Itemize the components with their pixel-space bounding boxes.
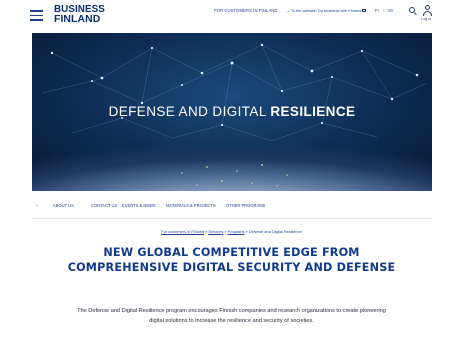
subnav-item-materials-projects[interactable]: MATERIALS & PROJECTS	[166, 203, 216, 208]
login-label[interactable]: Log in	[421, 17, 431, 21]
language-sv-link[interactable]: SV	[388, 8, 394, 13]
search-icon[interactable]	[409, 7, 415, 13]
business-finland-logo[interactable]: BUSINESS FINLAND	[54, 5, 105, 25]
subnav-back-arrow[interactable]: ←	[35, 202, 40, 208]
breadcrumb-item-programs[interactable]: Programs	[228, 229, 245, 234]
hero-title-strong: RESILIENCE	[270, 104, 356, 119]
external-link-label: → To the website: Do business with Finla…	[286, 8, 362, 13]
language-separator: |	[383, 7, 385, 13]
external-link-icon	[362, 8, 366, 13]
subnav-item-other-programs[interactable]: OTHER PROGRAMS	[226, 203, 265, 208]
user-icon[interactable]	[422, 5, 432, 16]
page: BUSINESS FINLAND FOR CUSTOMERS IN FINLAN…	[24, 0, 439, 343]
breadcrumb: For customers in Finland » Services » Pr…	[24, 229, 439, 234]
subnav-divider	[32, 218, 432, 219]
breadcrumb-item-current: Defense and Digital Resilience	[248, 229, 302, 234]
hero-title-regular: DEFENSE AND DIGITAL	[108, 104, 271, 119]
program-subnav: ← ABOUT US CONTACT US EVENTS & NEWS MATE…	[24, 202, 439, 213]
breadcrumb-item-services[interactable]: Services	[208, 229, 223, 234]
logo-line-2: FINLAND	[54, 14, 101, 25]
hero-title: DEFENSE AND DIGITAL RESILIENCE	[32, 104, 432, 119]
subnav-item-contact-us[interactable]: CONTACT US	[91, 203, 117, 208]
site-header: BUSINESS FINLAND FOR CUSTOMERS IN FINLAN…	[24, 0, 439, 33]
breadcrumb-item-customers[interactable]: For customers in Finland	[161, 229, 204, 234]
page-title: NEW GLOBAL COMPETITIVE EDGE FROM COMPREH…	[67, 246, 396, 274]
intro-paragraph: The Defense and Digital Resilience progr…	[77, 308, 386, 325]
hero-banner: DEFENSE AND DIGITAL RESILIENCE	[32, 33, 432, 191]
subnav-item-about-us[interactable]: ABOUT US	[53, 203, 74, 208]
do-business-with-finland-link[interactable]: → To the website: Do business with Finla…	[286, 8, 366, 13]
subnav-item-events-news[interactable]: EVENTS & NEWS	[122, 203, 156, 208]
for-customers-link[interactable]: FOR CUSTOMERS IN FINLAND	[214, 8, 278, 13]
language-fi-link[interactable]: FI	[375, 8, 379, 13]
hamburger-menu-icon[interactable]	[30, 10, 43, 21]
